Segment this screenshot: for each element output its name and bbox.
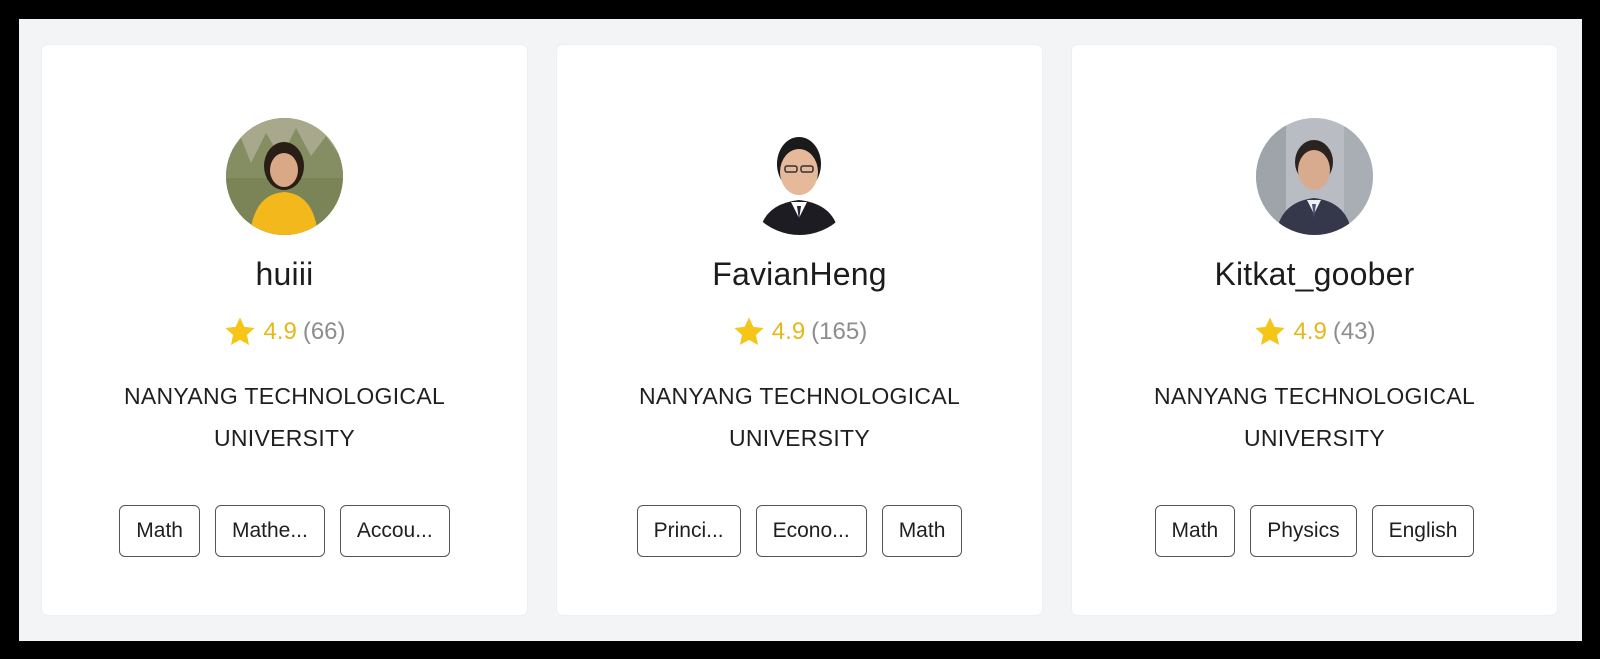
tutor-card[interactable]: huiii 4.9 (66) NANYANG TECHNOLOGICAL UNI…	[42, 45, 527, 615]
rating-score: 4.9	[263, 318, 297, 345]
subject-tags: Math Physics English	[1072, 505, 1557, 557]
subject-tag[interactable]: Accou...	[339, 505, 450, 557]
tutor-name[interactable]: FavianHeng	[557, 256, 1042, 293]
subject-tags: Math Mathe... Accou...	[42, 505, 527, 557]
subject-tag[interactable]: Math	[119, 505, 200, 557]
subject-tag[interactable]: Princi...	[636, 505, 741, 557]
rating-score: 4.9	[771, 318, 806, 345]
tutor-card-grid: huiii 4.9 (66) NANYANG TECHNOLOGICAL UNI…	[19, 19, 1582, 641]
review-count: (165)	[811, 318, 868, 345]
star-icon	[225, 317, 256, 346]
subject-tag[interactable]: Math	[881, 505, 963, 557]
tutor-school: NANYANG TECHNOLOGICAL UNIVERSITY	[123, 383, 446, 451]
rating-score: 4.9	[1293, 318, 1327, 345]
tutor-avatar[interactable]	[1256, 118, 1373, 235]
tutor-rating: 4.9 (66)	[42, 315, 527, 349]
subject-tag[interactable]: Econo...	[755, 505, 867, 557]
tutor-avatar[interactable]	[226, 118, 343, 235]
tutor-card[interactable]: FavianHeng 4.9 (165) NANYANG TECHNOLOGIC…	[557, 45, 1042, 615]
subject-tag[interactable]: Physics	[1250, 505, 1357, 557]
tutor-school: NANYANG TECHNOLOGICAL UNIVERSITY	[638, 383, 961, 451]
tutor-school: NANYANG TECHNOLOGICAL UNIVERSITY	[1153, 383, 1476, 451]
star-icon	[1255, 317, 1286, 346]
subject-tag[interactable]: Math	[1154, 505, 1236, 557]
tutor-name[interactable]: Kitkat_goober	[1072, 256, 1557, 293]
subject-tag[interactable]: Mathe...	[214, 505, 325, 557]
tutor-rating: 4.9 (43)	[1072, 315, 1557, 349]
tutor-name[interactable]: huiii	[42, 256, 527, 293]
tutor-rating: 4.9 (165)	[557, 315, 1042, 349]
tutor-avatar[interactable]	[741, 118, 858, 235]
review-count: (43)	[1332, 318, 1376, 345]
review-count: (66)	[302, 318, 346, 345]
subject-tags: Princi... Econo... Math	[557, 505, 1042, 557]
tutor-card[interactable]: Kitkat_goober 4.9 (43) NANYANG TECHNOLOG…	[1072, 45, 1557, 615]
star-icon	[734, 317, 764, 346]
subject-tag[interactable]: English	[1371, 505, 1475, 557]
